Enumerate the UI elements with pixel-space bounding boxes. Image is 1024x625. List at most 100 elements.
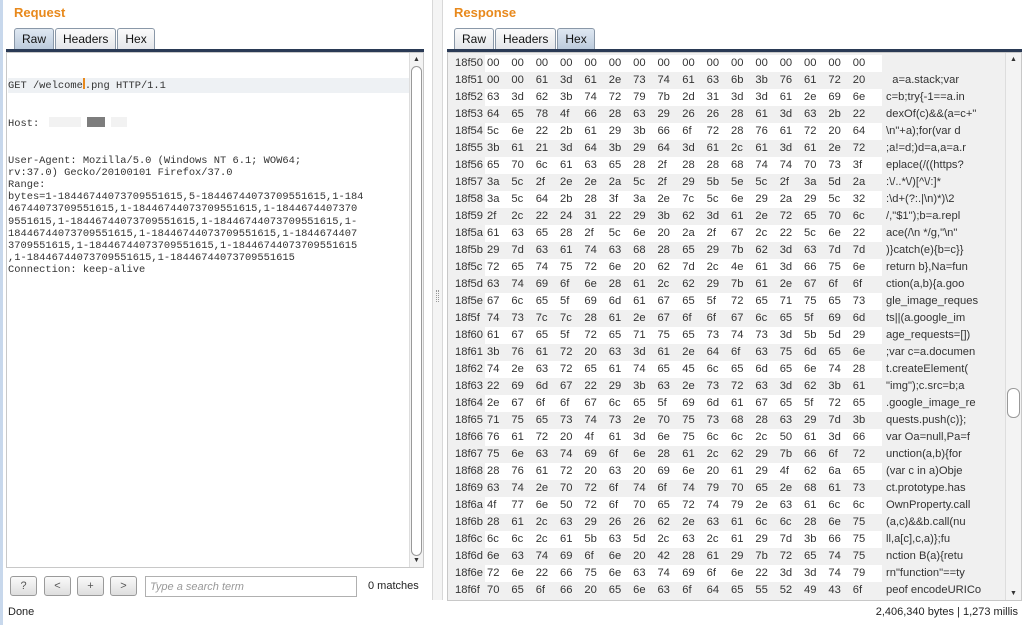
hex-byte[interactable]: 6c — [707, 361, 719, 378]
hex-byte[interactable]: 72 — [584, 480, 596, 497]
hex-byte[interactable]: 74 — [828, 361, 840, 378]
hex-byte[interactable]: 24 — [560, 208, 572, 225]
hex-byte[interactable]: 28 — [731, 106, 743, 123]
hex-byte[interactable]: 2b — [828, 106, 840, 123]
hex-byte[interactable]: 79 — [707, 480, 719, 497]
hex-row[interactable]: 18f56 65 70 6c 61 63 65 28 2f 28 28 68 74 74 70 73 3f epl… — [448, 157, 1006, 174]
hex-byte[interactable]: 74 — [682, 480, 694, 497]
hex-byte[interactable]: 00 — [804, 55, 816, 72]
hex-byte[interactable]: 63 — [633, 565, 645, 582]
hex-byte[interactable]: 20 — [584, 582, 596, 599]
hex-byte[interactable]: 79 — [633, 89, 645, 106]
hex-byte[interactable]: 72 — [536, 429, 548, 446]
hex-byte[interactable]: 70 — [804, 157, 816, 174]
hex-byte[interactable]: 6f — [657, 480, 666, 497]
hex-byte[interactable]: 69 — [657, 463, 669, 480]
request-scrollbar[interactable]: ▲ ▼ — [409, 53, 423, 567]
hex-byte[interactable]: 29 — [633, 208, 645, 225]
hex-byte[interactable]: 74 — [657, 72, 669, 89]
hex-byte[interactable]: 2f — [780, 174, 789, 191]
hex-byte[interactable]: 72 — [707, 123, 719, 140]
hex-byte[interactable]: 63 — [804, 242, 816, 259]
hex-byte[interactable]: 6f — [707, 565, 716, 582]
hex-row[interactable]: 18f63 22 69 6d 67 22 29 3b 63 2e 73 72 63 3d 62 3b 61 "im… — [448, 378, 1006, 395]
scroll-down-icon[interactable]: ▼ — [1006, 587, 1021, 600]
hex-row[interactable]: 18f5f 74 73 7c 7c 28 61 2e 67 6f 6f 67 6c 65 5f 69 6d ts|… — [448, 310, 1006, 327]
hex-byte[interactable]: 63 — [536, 242, 548, 259]
hex-byte[interactable]: 5c — [828, 191, 840, 208]
hex-byte[interactable]: 6f — [828, 446, 837, 463]
hex-byte[interactable]: 3a — [633, 191, 645, 208]
hex-byte[interactable]: 6f — [853, 582, 862, 599]
hex-byte[interactable]: 28 — [731, 123, 743, 140]
hex-byte[interactable]: 63 — [560, 514, 572, 531]
hex-byte[interactable]: 6e — [804, 361, 816, 378]
hex-byte[interactable]: 3b — [487, 344, 499, 361]
hex-byte[interactable]: 72 — [560, 361, 572, 378]
hex-byte[interactable]: 61 — [560, 157, 572, 174]
hex-byte[interactable]: 72 — [560, 344, 572, 361]
hex-byte[interactable]: 6f — [609, 446, 618, 463]
hex-byte[interactable]: 74 — [657, 565, 669, 582]
hex-byte[interactable]: 72 — [780, 548, 792, 565]
hex-byte[interactable]: 6e — [584, 276, 596, 293]
split-pane-divider[interactable] — [432, 0, 443, 600]
hex-byte[interactable]: 62 — [804, 463, 816, 480]
hex-byte[interactable]: 28 — [657, 242, 669, 259]
hex-byte[interactable]: 66 — [560, 565, 572, 582]
hex-byte[interactable]: 2a — [853, 174, 865, 191]
hex-byte[interactable]: 64 — [487, 106, 499, 123]
hex-byte[interactable]: 73 — [633, 72, 645, 89]
hex-byte[interactable]: 63 — [609, 463, 621, 480]
hex-byte[interactable]: 69 — [828, 89, 840, 106]
hex-byte[interactable]: 65 — [731, 582, 743, 599]
hex-byte[interactable]: 00 — [560, 55, 572, 72]
hex-byte[interactable]: 6f — [536, 582, 545, 599]
hex-byte[interactable]: 61 — [560, 531, 572, 548]
hex-byte[interactable]: 61 — [755, 140, 767, 157]
hex-byte[interactable]: 68 — [731, 157, 743, 174]
hex-byte[interactable]: 2e — [755, 497, 767, 514]
hex-byte[interactable]: 7b — [755, 548, 767, 565]
hex-byte[interactable]: 2e — [536, 480, 548, 497]
hex-byte[interactable]: 2f — [487, 208, 496, 225]
hex-byte[interactable]: 2b — [560, 123, 572, 140]
hex-byte[interactable]: 65 — [682, 293, 694, 310]
hex-byte[interactable]: 65 — [609, 327, 621, 344]
hex-byte[interactable]: 3d — [755, 89, 767, 106]
hex-byte[interactable]: 6c — [755, 514, 767, 531]
hex-byte[interactable]: 5f — [657, 395, 666, 412]
hex-byte[interactable]: 6e — [633, 582, 645, 599]
hex-byte[interactable]: 65 — [780, 310, 792, 327]
hex-byte[interactable]: 72 — [731, 293, 743, 310]
hex-byte[interactable]: 67 — [804, 276, 816, 293]
hex-byte[interactable]: 67 — [487, 293, 499, 310]
hex-byte[interactable]: 6f — [682, 123, 691, 140]
hex-byte[interactable]: 6d — [609, 293, 621, 310]
hex-byte[interactable]: 73 — [511, 310, 523, 327]
hex-row[interactable]: 18f51 00 00 61 3d 61 2e 73 74 61 63 6b 3b 76 61 72 20 a=… — [448, 72, 1006, 89]
hex-byte[interactable]: 63 — [487, 480, 499, 497]
hex-byte[interactable]: 65 — [780, 361, 792, 378]
hex-byte[interactable]: 67 — [657, 310, 669, 327]
hex-byte[interactable]: 5b — [584, 531, 596, 548]
hex-byte[interactable]: 61 — [487, 327, 499, 344]
hex-byte[interactable]: 61 — [731, 395, 743, 412]
hex-byte[interactable]: 65 — [536, 225, 548, 242]
hex-byte[interactable]: 3b — [633, 123, 645, 140]
hex-byte[interactable]: 5b — [707, 174, 719, 191]
hex-byte[interactable]: 74 — [487, 310, 499, 327]
hex-row[interactable]: 18f64 2e 67 6f 6f 67 6c 65 5f 69 6d 61 67 65 5f 72 65 .go… — [448, 395, 1006, 412]
hex-byte[interactable]: 2c — [755, 429, 767, 446]
hex-byte[interactable]: 65 — [853, 463, 865, 480]
hex-byte[interactable]: 2e — [682, 344, 694, 361]
hex-byte[interactable]: 6b — [731, 72, 743, 89]
hex-byte[interactable]: 2e — [487, 395, 499, 412]
request-tab-raw[interactable]: Raw — [14, 28, 55, 49]
hex-row[interactable]: 18f68 28 76 61 72 20 63 20 69 6e 20 61 29 4f 62 6a 65 (va… — [448, 463, 1006, 480]
hex-byte[interactable]: 70 — [560, 480, 572, 497]
hex-byte[interactable]: 6f — [682, 310, 691, 327]
hex-byte[interactable]: 3d — [560, 72, 572, 89]
hex-byte[interactable]: 63 — [780, 497, 792, 514]
hex-byte[interactable]: 3d — [707, 208, 719, 225]
